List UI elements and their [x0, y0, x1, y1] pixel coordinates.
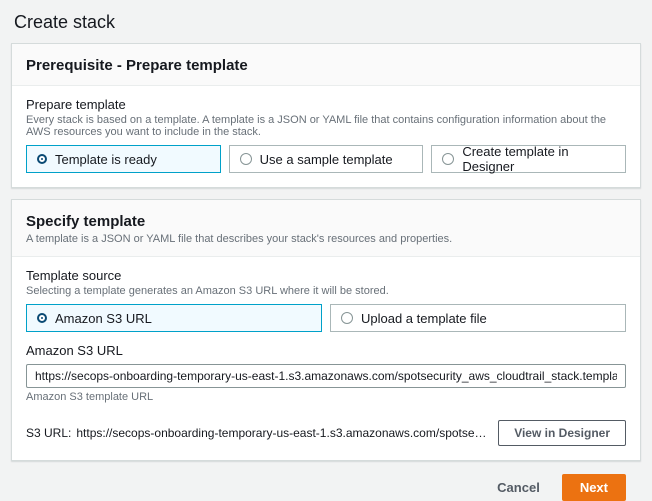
- prerequisite-card: Prerequisite - Prepare template Prepare …: [11, 43, 641, 188]
- prerequisite-card-header: Prerequisite - Prepare template: [12, 44, 640, 86]
- specify-template-card-header: Specify template A template is a JSON or…: [12, 200, 640, 257]
- prepare-template-label: Prepare template: [26, 97, 626, 112]
- option-amazon-s3-url[interactable]: Amazon S3 URL: [26, 304, 322, 332]
- option-label: Use a sample template: [260, 152, 393, 167]
- page-title: Create stack: [11, 10, 641, 43]
- amazon-s3-url-field: Amazon S3 URL Amazon S3 template URL: [26, 343, 626, 403]
- radio-selected-icon: [39, 156, 45, 162]
- prepare-template-options: Template is ready Use a sample template …: [26, 145, 626, 173]
- template-source-description: Selecting a template generates an Amazon…: [26, 285, 626, 297]
- radio-selected-icon: [39, 315, 45, 321]
- prerequisite-card-body: Prepare template Every stack is based on…: [12, 86, 640, 187]
- template-source-options: Amazon S3 URL Upload a template file: [26, 304, 626, 332]
- option-label: Create template in Designer: [462, 144, 615, 174]
- s3-url-summary-value: https://secops-onboarding-temporary-us-e…: [76, 426, 490, 440]
- prepare-template-description: Every stack is based on a template. A te…: [26, 114, 626, 138]
- option-use-a-sample-template[interactable]: Use a sample template: [229, 145, 424, 173]
- prerequisite-card-title: Prerequisite - Prepare template: [26, 57, 626, 74]
- amazon-s3-url-label: Amazon S3 URL: [26, 343, 626, 358]
- create-stack-page: Create stack Prerequisite - Prepare temp…: [0, 0, 652, 451]
- option-label: Template is ready: [55, 152, 157, 167]
- radio-unselected-icon: [341, 312, 353, 324]
- s3-url-summary-label: S3 URL:: [26, 426, 71, 440]
- template-source-label: Template source: [26, 268, 626, 283]
- specify-template-card-subtitle: A template is a JSON or YAML file that d…: [26, 233, 626, 245]
- option-template-is-ready[interactable]: Template is ready: [26, 145, 221, 173]
- option-create-template-in-designer[interactable]: Create template in Designer: [431, 145, 626, 173]
- specify-template-card: Specify template A template is a JSON or…: [11, 199, 641, 461]
- option-upload-a-template-file[interactable]: Upload a template file: [330, 304, 626, 332]
- amazon-s3-url-input[interactable]: [26, 364, 626, 388]
- cancel-button[interactable]: Cancel: [497, 480, 540, 495]
- wizard-footer: Cancel Next: [11, 472, 641, 501]
- specify-template-card-body: Template source Selecting a template gen…: [12, 257, 640, 460]
- radio-unselected-icon: [442, 153, 454, 165]
- specify-template-card-title: Specify template: [26, 213, 626, 230]
- s3-url-summary-row: S3 URL: https://secops-onboarding-tempor…: [26, 420, 626, 446]
- view-in-designer-button[interactable]: View in Designer: [498, 420, 626, 446]
- next-button[interactable]: Next: [562, 474, 626, 501]
- radio-unselected-icon: [240, 153, 252, 165]
- option-label: Upload a template file: [361, 311, 487, 326]
- amazon-s3-url-helper-text: Amazon S3 template URL: [26, 391, 626, 403]
- option-label: Amazon S3 URL: [55, 311, 152, 326]
